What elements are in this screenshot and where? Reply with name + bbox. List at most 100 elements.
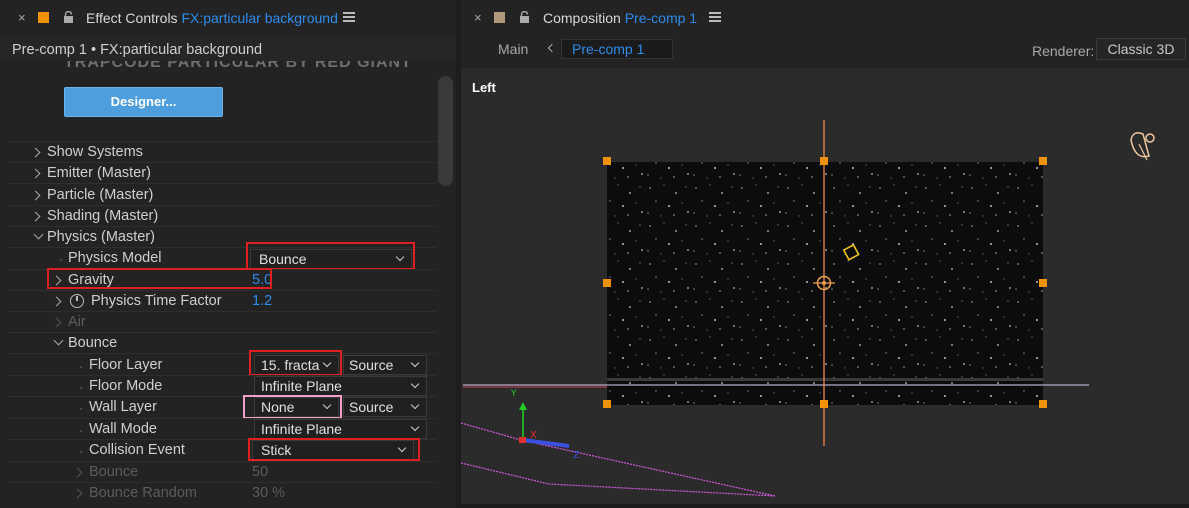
axis-z-label: Z	[573, 450, 580, 461]
chevron-right-icon[interactable]	[30, 147, 41, 158]
layer-floor-strip	[607, 378, 1043, 381]
renderer-label: Renderer:	[1032, 43, 1095, 59]
lock-icon[interactable]	[63, 11, 74, 23]
transform-handle[interactable]	[820, 157, 828, 165]
transform-handle[interactable]	[1039, 279, 1047, 287]
chevron-right-icon[interactable]	[30, 168, 41, 179]
floor-mode-dropdown[interactable]: Infinite Plane	[254, 376, 427, 396]
floor-layer-source-dropdown[interactable]: Source	[343, 355, 427, 375]
breadcrumb-main[interactable]: Main	[498, 41, 528, 57]
highlight-box	[248, 438, 420, 461]
viewer-bottom-bar	[461, 504, 1189, 508]
chevron-down-icon	[410, 400, 420, 410]
time-factor-value[interactable]: 1.2	[252, 293, 272, 309]
panel-menu-icon[interactable]	[709, 12, 721, 23]
bounce-group[interactable]: Bounce	[0, 334, 436, 355]
camera-frustum-line	[461, 422, 776, 497]
scrollbar-thumb[interactable]	[438, 76, 453, 186]
group-label: Particle (Master)	[47, 187, 154, 203]
label-color-swatch	[38, 12, 49, 23]
bounce-group-label: Bounce	[68, 335, 118, 351]
air-row[interactable]: Air	[0, 313, 436, 334]
breadcrumb-current[interactable]: Pre-comp 1	[561, 39, 673, 59]
composition-tab[interactable]: × Composition Pre-comp 1	[461, 0, 1189, 36]
dropdown-value: Source	[349, 399, 394, 415]
lock-icon[interactable]	[519, 11, 530, 23]
group-label: Show Systems	[47, 144, 143, 160]
dropdown-value: Infinite Plane	[261, 378, 342, 394]
bounce-random-label: Bounce Random	[89, 485, 198, 501]
bounce-random-row[interactable]: Bounce Random 30 %	[0, 484, 436, 505]
axis-y-label: Y	[510, 389, 517, 399]
close-tab-icon[interactable]: ×	[474, 10, 482, 25]
tab-title: Effect Controls FX:particular background	[86, 10, 338, 26]
composition-panel: × Composition Pre-comp 1 Main Pre-comp 1…	[461, 0, 1189, 508]
group-label: Shading (Master)	[47, 208, 159, 224]
composition-viewport[interactable]: Left Y X Z	[461, 68, 1189, 508]
transform-handle[interactable]	[603, 157, 611, 165]
chevron-right-icon[interactable]	[51, 296, 62, 307]
floor-layer-row: Floor Layer 15. fracta Source	[0, 355, 436, 377]
scene-canvas[interactable]: Y X Z	[461, 68, 1189, 508]
group-show-systems[interactable]: Show Systems	[0, 143, 436, 164]
transform-handle[interactable]	[1039, 400, 1047, 408]
chevron-right-icon[interactable]	[30, 190, 41, 201]
panel-menu-icon[interactable]	[343, 12, 355, 23]
chevron-right-icon[interactable]	[51, 317, 62, 328]
layer-effect-title: Pre-comp 1 • FX:particular background	[12, 42, 263, 58]
transform-handle[interactable]	[1039, 157, 1047, 165]
group-emitter[interactable]: Emitter (Master)	[0, 164, 436, 185]
group-shading[interactable]: Shading (Master)	[0, 207, 436, 228]
chevron-right-icon[interactable]	[30, 211, 41, 222]
camera-light-icon[interactable]	[1130, 132, 1155, 161]
tab-title-target: Pre-comp 1	[624, 10, 698, 26]
highlight-box	[249, 350, 342, 376]
transform-handle[interactable]	[820, 400, 828, 408]
group-label: Physics (Master)	[47, 229, 155, 245]
effect-controls-tab[interactable]: × Effect Controls FX:particular backgrou…	[0, 0, 456, 36]
time-factor-label: Physics Time Factor	[91, 293, 222, 309]
floor-mode-row: Floor Mode Infinite Plane	[0, 376, 436, 398]
close-tab-icon[interactable]: ×	[18, 10, 26, 25]
wall-mode-dropdown[interactable]: Infinite Plane	[254, 419, 427, 439]
bounce-row[interactable]: Bounce 50	[0, 463, 436, 484]
designer-button[interactable]: Designer...	[64, 87, 223, 117]
effect-controls-panel: × Effect Controls FX:particular backgrou…	[0, 0, 456, 508]
group-label: Emitter (Master)	[47, 165, 151, 181]
wall-layer-source-dropdown[interactable]: Source	[343, 397, 427, 417]
chevron-right-icon[interactable]	[72, 467, 83, 478]
stopwatch-icon[interactable]	[70, 294, 84, 308]
tab-title-target: FX:particular background	[181, 10, 338, 26]
floor-mode-label: Floor Mode	[89, 378, 163, 394]
air-label: Air	[68, 314, 86, 330]
chevron-down-icon	[410, 422, 420, 432]
renderer-button[interactable]: Classic 3D	[1096, 38, 1186, 60]
chevron-down-icon[interactable]	[33, 229, 44, 240]
effect-properties-list: TRAPCODE PARTICULAR BY RED GIANT Designe…	[0, 61, 436, 508]
wall-layer-row: Wall Layer None Source	[0, 397, 436, 419]
camera-frustum-line	[461, 462, 776, 497]
group-particle[interactable]: Particle (Master)	[0, 186, 436, 207]
dropdown-value: Source	[349, 357, 394, 373]
wall-mode-label: Wall Mode	[89, 421, 157, 437]
collision-event-label: Collision Event	[89, 442, 185, 458]
floor-layer-label: Floor Layer	[89, 357, 163, 373]
physics-model-label: Physics Model	[68, 250, 162, 266]
plugin-banner: TRAPCODE PARTICULAR BY RED GIANT	[64, 61, 412, 71]
wall-layer-label: Wall Layer	[89, 399, 157, 415]
composition-navigator: Main Pre-comp 1 Renderer: Classic 3D	[461, 36, 1189, 64]
bounce-random-value: 30 %	[252, 485, 286, 501]
transform-handle[interactable]	[603, 400, 611, 408]
chevron-right-icon[interactable]	[72, 488, 83, 499]
transform-handle[interactable]	[603, 279, 611, 287]
chevron-down-icon[interactable]	[53, 335, 64, 346]
tab-title: Composition Pre-comp 1	[543, 10, 697, 26]
effect-controls-subheader: Pre-comp 1 • FX:particular background	[0, 37, 456, 61]
physics-time-factor-row: Physics Time Factor 1.2	[0, 292, 436, 313]
chevron-down-icon	[410, 379, 420, 389]
tab-title-label: Composition	[543, 10, 621, 26]
tab-title-label: Effect Controls	[86, 10, 178, 26]
chevron-left-icon[interactable]	[547, 43, 557, 53]
bounce-value: 50	[252, 464, 269, 480]
highlight-box	[47, 268, 272, 289]
